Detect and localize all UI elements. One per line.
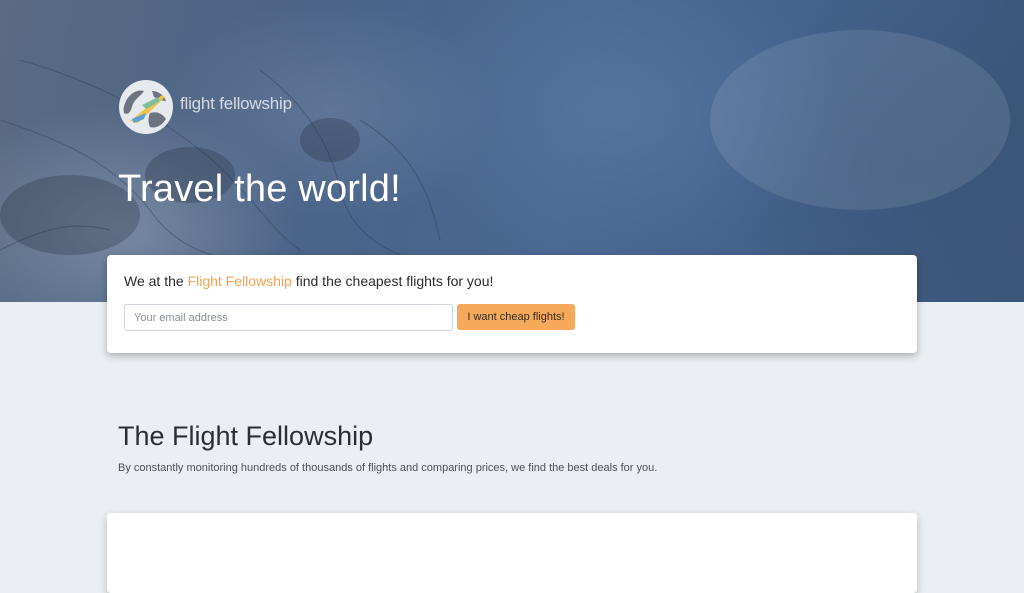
intro-text-before: We at the bbox=[124, 273, 184, 289]
cheap-flights-button[interactable]: I want cheap flights! bbox=[457, 304, 575, 330]
content-card bbox=[107, 513, 917, 593]
intro-text-after: find the cheapest flights for you! bbox=[295, 273, 494, 289]
hero-title: Travel the world! bbox=[118, 168, 401, 210]
signup-intro: We at the Flight Fellowship find the che… bbox=[124, 273, 493, 289]
about-description: By constantly monitoring hundreds of tho… bbox=[118, 462, 658, 474]
logo-globe-plane-icon[interactable] bbox=[118, 79, 174, 135]
signup-card: We at the Flight Fellowship find the che… bbox=[107, 255, 917, 353]
brand-name[interactable]: flight fellowship bbox=[180, 94, 292, 114]
about-title: The Flight Fellowship bbox=[118, 421, 374, 451]
email-input[interactable] bbox=[124, 304, 453, 331]
intro-highlight: Flight Fellowship bbox=[187, 273, 292, 289]
